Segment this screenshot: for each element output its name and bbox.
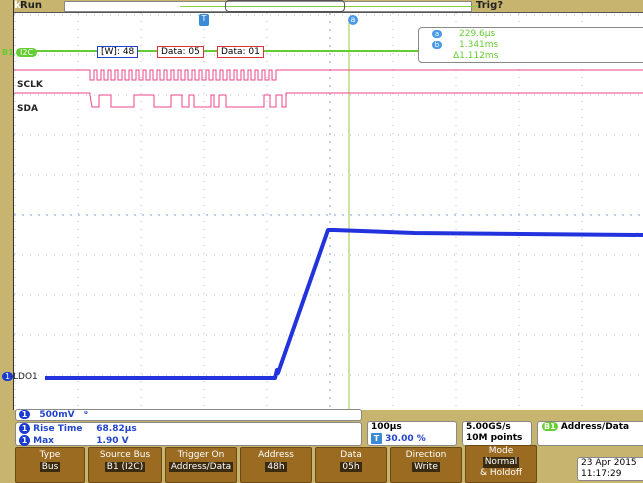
menu-trigger-on[interactable]: Trigger On Address/Data: [165, 447, 237, 483]
cursor-b-icon: b: [432, 41, 442, 49]
menu-data[interactable]: Data 05h: [315, 447, 387, 483]
cursor-a-marker[interactable]: a: [348, 15, 358, 25]
bus-packet-address: [W]: 48: [97, 46, 139, 58]
sda-trace: [14, 92, 643, 108]
trigger-position-marker[interactable]: T: [199, 14, 209, 26]
cursor-b-value: 1.341ms: [459, 40, 499, 50]
sclk-label: SCLK: [17, 80, 43, 90]
channel-scale[interactable]: 1 500mV ᶹ: [15, 409, 362, 421]
cursor-delta: Δ1.112ms: [453, 51, 499, 61]
cursor-a-icon: a: [432, 30, 442, 38]
horizontal-readout[interactable]: 100µs T 30.00 %: [367, 421, 457, 446]
acquisition-readout[interactable]: 5.00GS/s 10M points: [462, 421, 532, 446]
frame: [0, 0, 14, 410]
menu-direction[interactable]: Direction Write: [390, 447, 462, 483]
bus-packet-data: Data: 01: [217, 46, 264, 58]
menu-mode[interactable]: Mode Normal & Holdoff: [465, 445, 537, 483]
acquisition-state: Run: [20, 0, 42, 11]
bandwidth-limit-icon: ᶹ: [83, 410, 89, 420]
record-view[interactable]: [64, 0, 480, 12]
bus-label[interactable]: I2C: [16, 48, 38, 57]
bus-packet-data: Data: 05: [157, 46, 204, 58]
menu-type[interactable]: Type Bus: [15, 447, 85, 483]
sda-label: SDA: [17, 104, 38, 114]
sclk-trace: [14, 69, 643, 81]
cursor-a-value: 229.6µs: [459, 29, 496, 39]
trigger-readout[interactable]: B1 Address/Data: [537, 421, 643, 446]
menu-source-bus[interactable]: Source Bus B1 (I2C): [88, 447, 162, 483]
ldo1-trace: [45, 228, 643, 380]
ldo1-label[interactable]: 1 LDO1: [2, 372, 38, 382]
menu-address[interactable]: Address 48h: [240, 447, 312, 483]
measurements-panel: 1 Rise Time 68.82µs 1 Max 1.90 V: [15, 422, 362, 446]
datetime: 23 Apr 2015 11:17:29: [577, 457, 643, 481]
trigger-status: Trig?: [476, 0, 504, 11]
waveform-graticule: [14, 13, 643, 410]
cursor-readout: a 229.6µs b 1.341ms Δ1.112ms: [418, 27, 643, 63]
bus-number: B1: [2, 48, 14, 57]
